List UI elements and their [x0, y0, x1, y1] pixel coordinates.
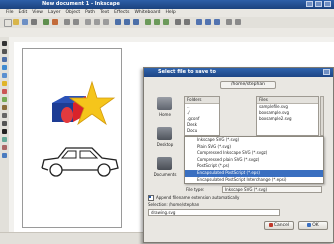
car-windows-outline[interactable] [60, 150, 99, 159]
place-home[interactable]: Home [148, 95, 182, 121]
folders-header[interactable]: Folders [185, 97, 219, 104]
path-button[interactable]: /home/stephan [220, 81, 276, 89]
folders-list[interactable]: Folders .. ./ .gconf Desk Docu [184, 96, 220, 136]
files-header[interactable]: Files [257, 97, 318, 104]
file-type-option-selected[interactable]: Encapsulated PostScript (*.eps) [185, 169, 323, 177]
place-desktop[interactable]: Desktop [148, 125, 182, 151]
file-type-dropdown-list[interactable]: Inkscape SVG (*.svg) Plain SVG (*.svg) C… [184, 136, 324, 184]
file-type-option[interactable]: Inkscape SVG (*.svg) [185, 137, 323, 144]
ok-button[interactable]: OK [298, 221, 328, 230]
checkbox-icon[interactable] [148, 195, 154, 201]
file-type-option[interactable]: Encapsulated PostScript Interchange (*.e… [185, 177, 323, 184]
filename-input[interactable]: drawing.svg [148, 209, 280, 216]
files-scrollbar[interactable] [320, 96, 324, 136]
dialog-close-button[interactable] [323, 69, 330, 75]
desktop-icon [157, 127, 172, 140]
folder-item[interactable]: Docu [185, 128, 219, 134]
home-icon [157, 97, 172, 110]
places-panel: Home Desktop Documents [148, 95, 182, 187]
file-type-option[interactable]: Compressed plain SVG (*.svgz) [185, 157, 323, 164]
place-documents[interactable]: Documents [148, 155, 182, 181]
dialog-titlebar: Select file to save to [144, 68, 333, 77]
file-item[interactable]: boxsample2.svg [257, 116, 318, 122]
documents-icon [157, 157, 172, 170]
file-type-option[interactable]: PostScript (*.ps) [185, 163, 323, 170]
save-icon [307, 222, 312, 227]
files-list[interactable]: Files samplefile.svg boxsample.svg boxsa… [256, 96, 319, 136]
file-type-label: File type: [186, 187, 205, 192]
file-type-option[interactable]: Compressed Inkscape SVG (*.svgz) [185, 150, 323, 157]
append-extension-label: Append filename extension automatically [156, 195, 240, 200]
selection-label: Selection: /home/stephan [148, 202, 200, 207]
file-type-row: File type: Inkscape SVG (*.svg) [184, 186, 324, 193]
file-type-select[interactable]: Inkscape SVG (*.svg) [222, 186, 322, 193]
cancel-icon [268, 222, 273, 227]
append-extension-checkbox[interactable]: Append filename extension automatically [148, 195, 239, 201]
save-dialog: Select file to save to /home/stephan Hom… [143, 67, 334, 243]
dialog-title: Select file to save to [158, 69, 216, 75]
car-rear-wheel[interactable] [97, 163, 111, 177]
file-type-option[interactable]: Plain SVG (*.svg) [185, 144, 323, 151]
car-front-wheel[interactable] [49, 163, 63, 177]
cancel-button[interactable]: Cancel [264, 221, 294, 230]
box-red-shape[interactable] [61, 107, 73, 123]
